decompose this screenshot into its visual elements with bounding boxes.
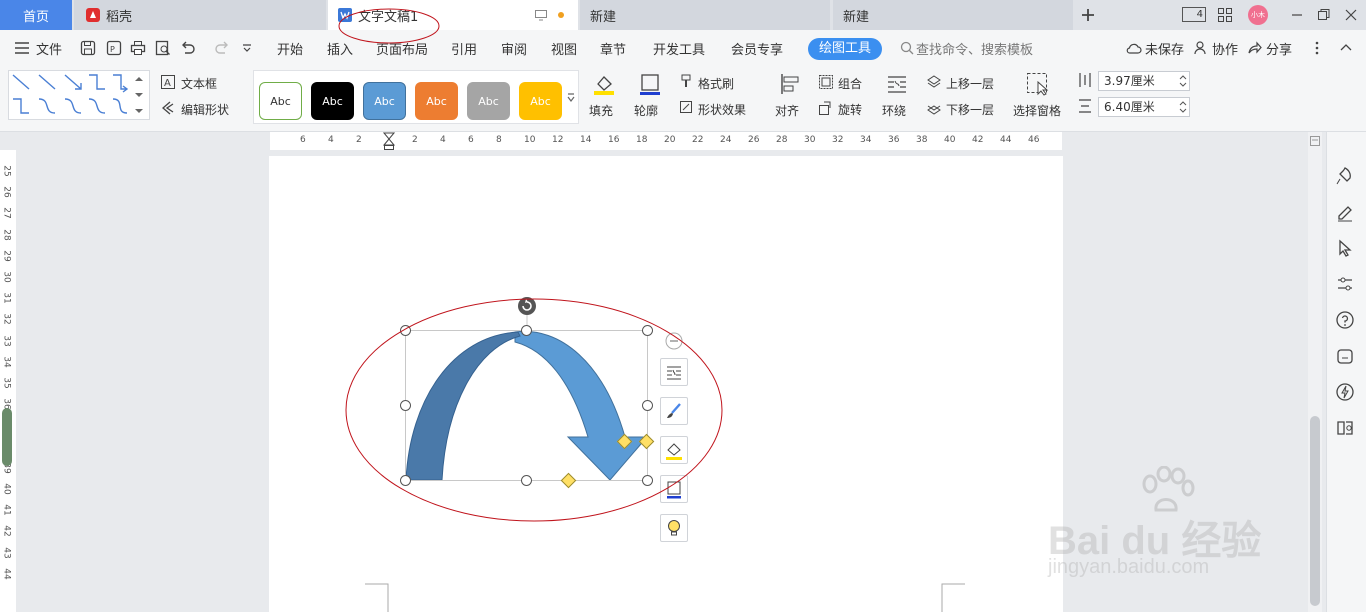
book-icon[interactable] xyxy=(1335,418,1355,438)
scrollbar-thumb[interactable] xyxy=(1310,416,1320,606)
resize-handle-ne[interactable] xyxy=(642,325,653,336)
sliders-icon[interactable] xyxy=(1335,274,1355,294)
vertical-scrollbar[interactable] xyxy=(1308,132,1322,612)
shape-style-button[interactable] xyxy=(660,397,688,425)
resize-handle-se[interactable] xyxy=(642,475,653,486)
layout-options-icon xyxy=(667,366,681,380)
resize-handle-nw[interactable] xyxy=(400,325,411,336)
watermark-url: jingyan.baidu.com xyxy=(1048,556,1210,578)
shape-outline-button[interactable] xyxy=(660,475,688,503)
collapse-float-toolbar-icon[interactable] xyxy=(665,332,683,350)
smart-tip-button[interactable] xyxy=(660,514,688,542)
layout-options-button[interactable] xyxy=(660,358,688,386)
fill-bucket-icon xyxy=(666,443,682,460)
cloud-save-icon[interactable] xyxy=(1335,346,1355,366)
rotate-handle-icon[interactable] xyxy=(517,296,537,316)
shape-fill-button[interactable] xyxy=(660,436,688,464)
lightbulb-icon xyxy=(668,520,680,536)
pen-icon[interactable] xyxy=(1335,202,1355,222)
help-icon[interactable] xyxy=(1335,310,1355,330)
rocket-icon[interactable] xyxy=(1335,166,1355,186)
resize-handle-s[interactable] xyxy=(521,475,532,486)
resize-handle-n[interactable] xyxy=(521,325,532,336)
cursor-icon[interactable] xyxy=(1335,238,1355,258)
brush-icon xyxy=(667,403,681,418)
outline-box-icon xyxy=(667,481,681,499)
resize-handle-sw[interactable] xyxy=(400,475,411,486)
resize-handle-e[interactable] xyxy=(642,400,653,411)
resize-handle-w[interactable] xyxy=(400,400,411,411)
smart-assist-icon[interactable] xyxy=(1335,382,1355,402)
baidu-watermark: Bai du 经验 jingyan.baidu.com xyxy=(1048,466,1298,586)
right-sidebar xyxy=(1326,132,1366,612)
scroll-top-icon[interactable] xyxy=(1310,136,1320,146)
